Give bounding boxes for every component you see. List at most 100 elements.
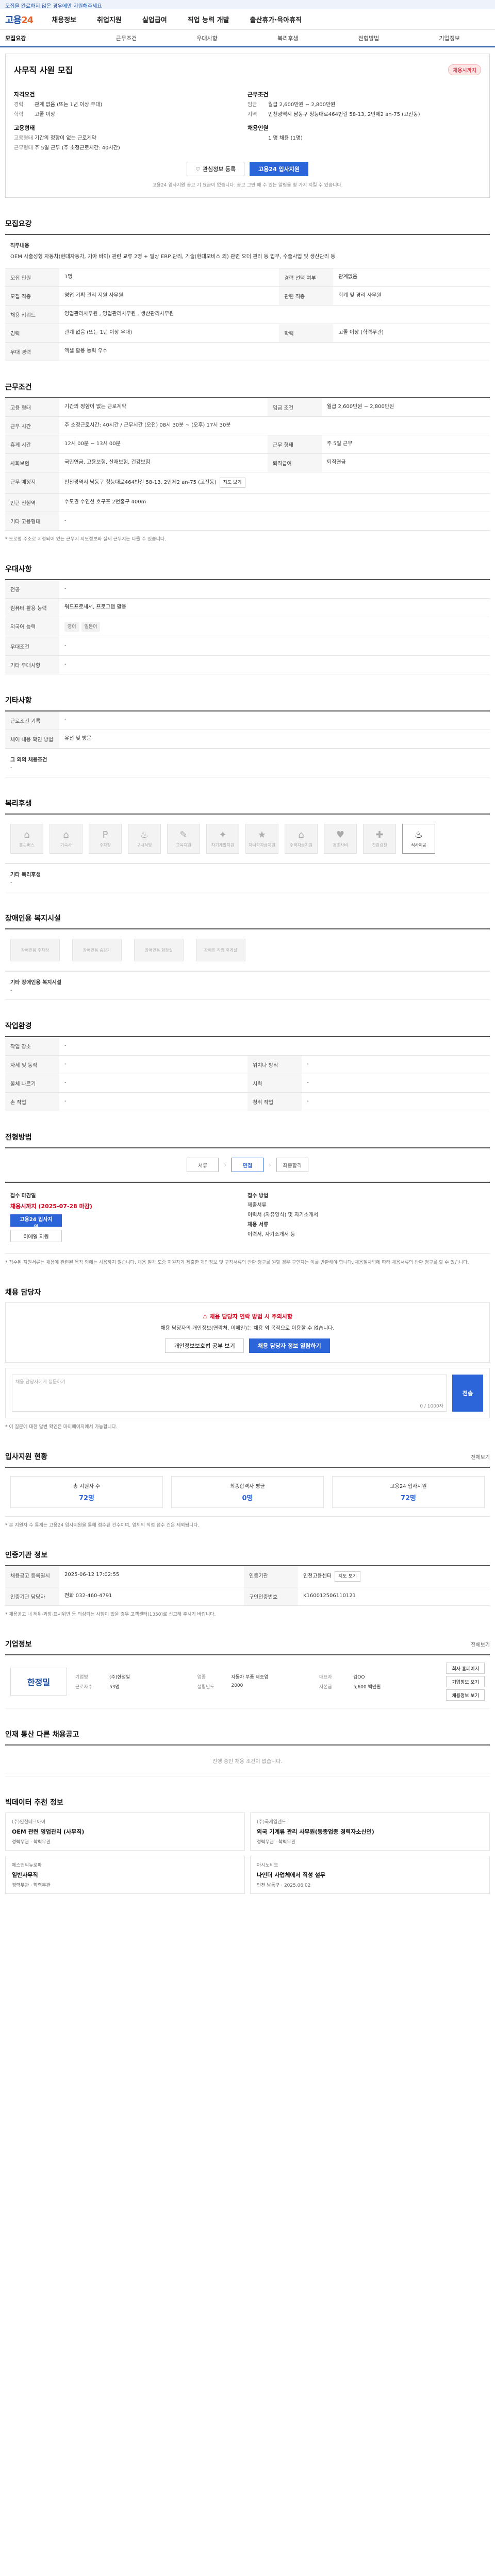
sub-text: - [10,988,12,993]
welfare-item: ⌂ 기숙사 [50,824,82,854]
nav-item-training[interactable]: 직업 능력 개발 [188,14,229,24]
notice-bar: 모집을 완료하지 않은 경우에만 지원해주세요 [0,0,495,9]
company-jobs-button[interactable]: 채용정보 보기 [446,1689,485,1701]
apply-email-button[interactable]: 이메일 지원 [10,1230,62,1242]
question-input[interactable]: 채용 담당자에게 질문하기 0 / 1000자 [12,1375,447,1412]
scrap-label: 관심정보 등록 [202,166,236,173]
job-summary: 사무직 사원 모집 채용시까지 자격요건 경력 관계 없음 (또는 1년 이상 우… [5,54,490,198]
recommend-cards: (주)인천테크아이 OEM 관련 영업관리 (사무직) 경력무관 · 학력무관 (주… [5,1812,490,1894]
contact-warning: ⚠ 채용 담당자 연락 방법 시 주의사항 채용 담당자의 개인정보(연락처, … [5,1302,490,1363]
section-title: 빅데이터 추천 정보 [5,1799,63,1807]
apply-head: 접수 방법 [248,1193,269,1199]
map-button[interactable]: 지도 보기 [335,1571,361,1582]
row-key: 구인인증번호 [243,1587,298,1606]
summary-section: 인증기관 정보 채용공고 등록일시 2025-06-12 17:02:55 인증기관… [5,1550,490,1618]
recommend-card[interactable]: 에스앤씨뉴로파 일반사무직 경력무관 · 학력무관 [5,1856,245,1894]
tab-welfare[interactable]: 복리후생 [248,34,328,42]
tab-recruit[interactable]: 모집요강 [5,34,86,42]
kv-key: 학력 [14,112,24,117]
tab-preference[interactable]: 우대사항 [167,34,248,42]
desc-text: OEM 사출성형 자동차(현대자동차, 기아 바이) 관련 교류 2명 + 일상… [10,254,336,260]
etc-table: 근로조건 기록 - 채어 내용 확인 방법 유선 및 방문 [5,710,490,749]
view-contact-button[interactable]: 채용 담당자 정보 열람하기 [249,1338,330,1353]
tab-process[interactable]: 전형방법 [328,34,409,42]
send-button[interactable]: 전송 [452,1375,483,1412]
row-key: 시력 [248,1074,302,1093]
row-key: 우대조건 [5,637,59,656]
company-info-button[interactable]: 기업정보 보기 [446,1676,485,1687]
row-key: 채어 내용 확인 방법 [5,730,59,749]
conditions-note: * 도로명 주소로 지정되어 있는 근무지 지도정보와 실제 근무지는 다를 수… [5,537,167,542]
section-title: 모집요강 [5,220,32,228]
table-row: 사회보험 국민연금, 고용보험, 산재보험, 건강보험 퇴직급여 퇴직연금 [5,453,490,472]
map-button[interactable]: 지도 보기 [219,478,245,488]
top-nav: 고용24 채용정보 취업지원 실업급여 직업 능력 개발 출산휴가·육아휴직 [0,9,495,30]
welfare-icon: ★ [257,829,267,840]
table-row: 기타 우대사항 - [5,655,490,674]
more-link[interactable]: 전체보기 [471,1640,490,1648]
step-documents: 서류 [187,1158,219,1172]
company-info: 한정밀 기업명 (주)한정밀 업종 자동차 부품 제조업 대표자 김OO 근로자수 53… [5,1654,490,1708]
sub-head: 기타 복리후생 [10,872,41,878]
row-value: - [59,1037,490,1056]
apply-info: 접수 마감일 채용시까지 (2025-07-28 마감) 고용24 입사지원 이… [5,1182,490,1254]
welfare-icon: ⌂ [298,829,304,840]
welfare-grid: ⌂ 통근버스 ⌂ 기숙사 P 주차장 ♨ 구내식당 ✎ 교육지원 ✦ 자기계발지원 ★ 자녀학자금지원 ⌂ 주… [5,814,490,863]
table-row: 모집 인원 1명 경력 선택 여부 관계없음 [5,268,490,287]
nav-item-unemployment[interactable]: 실업급여 [142,14,167,24]
row-value: 영업관리사무원 , 영업관리사무원 , 생산관리사무원 [59,305,490,324]
desc-head: 직무내용 [10,243,29,249]
table-row: 우대 경력 엑셀 활용 능력 우수 [5,342,490,361]
apply-button[interactable]: 고용24 입사지원 [250,162,308,176]
process-notes: * 접수된 지원서류는 채용에 관련된 목적 외에는 사용하지 않습니다. 채용… [5,1260,469,1265]
nav-item-employment-support[interactable]: 취업지원 [97,14,122,24]
sub-head: 그 외의 채용조건 [10,757,47,763]
tab-company[interactable]: 기업정보 [409,34,490,42]
row-value: 고졸 이상 (학력무관) [333,324,490,343]
disability-item: 장애인 작업 휴게실 [196,939,245,961]
row-key: 학력 [279,324,334,343]
disability-section: 장애인용 복지시설 장애인용 주차장 장애인용 승강기 장애인용 화장실 장애인… [5,913,490,1000]
row-value: 2025-06-12 17:02:55 [59,1566,244,1587]
apply-online-button[interactable]: 고용24 입사지원 [10,1214,62,1230]
recommend-card[interactable]: 아시노비오 나인더 사업체에서 직성 설무 인천 남동구 · 2025.06.02 [250,1856,490,1894]
language-chip: 영어 [64,622,79,632]
welfare-label: 주택자금지원 [289,843,313,848]
more-link[interactable]: 전체보기 [471,1453,490,1461]
empty-state: 진행 중인 채용 조건이 없습니다. [5,1744,490,1776]
welfare-label: 구내식당 [137,843,152,848]
scrap-button[interactable]: ♡ 관심정보 등록 [187,162,245,176]
welfare-icon: ⌂ [24,829,30,840]
job-description: 직무내용 OEM 사출성형 자동차(현대자동차, 기아 바이) 관련 교류 2명… [5,234,490,268]
tab-conditions[interactable]: 근무조건 [86,34,167,42]
nav-item-leave[interactable]: 출산휴가·육아휴직 [250,14,302,24]
recommend-card[interactable]: (주)인천테크아이 OEM 관련 영업관리 (사무직) 경력무관 · 학력무관 [5,1812,245,1851]
row-value: - [59,637,490,656]
row-key: 퇴직급여 [267,453,322,472]
site-logo[interactable]: 고용24 [5,13,34,26]
sub-text: - [10,880,12,886]
recommend-card[interactable]: (주)국제일랜드 외국 기계류 관리 사무원(동종업종 경력자소신인) 경력무관 ·… [250,1812,490,1851]
language-chip: 일본어 [81,622,101,632]
section-title: 입사지원 현황 [5,1453,48,1461]
row-key: 관련 직종 [279,286,334,306]
row-value: - [59,1092,248,1111]
row-key: 인증기관 담당자 [5,1587,59,1606]
nav-item-jobs[interactable]: 채용정보 [52,14,76,24]
row-value: - [59,711,490,730]
apply-note: 고용24 입사지원 공고 기 요금이 없습니다. 공고 그만 때 수 있는 알림… [152,183,343,188]
kv-key: 지역 [248,112,257,117]
kv-key: 경력 [14,102,24,108]
homepage-button[interactable]: 회사 홈페이지 [446,1663,485,1674]
question-form: 채용 담당자에게 질문하기 0 / 1000자 전송 [5,1368,490,1418]
row-value: 퇴직연금 [321,453,490,472]
privacy-law-button[interactable]: 개인정보보호법 공부 보기 [165,1338,244,1353]
row-value: 전화 032-460-4791 [59,1587,244,1606]
warning-text: 채용 담당자의 개인정보(연락처, 이메일)는 채용 외 목적으로 이용할 수 … [160,1326,335,1331]
welfare-icon: ✦ [219,829,227,840]
table-row: 근로조건 기록 - [5,711,490,730]
preference-table: 전공 - 컴퓨터 활용 능력 워드프로세서, 프로그램 활용 외국어 능력 영어 일본어… [5,579,490,674]
row-key: 근무 시간 [5,416,59,435]
row-value: 12시 00분 ~ 13시 00분 [59,435,268,454]
welfare-icon: ✎ [179,829,188,840]
